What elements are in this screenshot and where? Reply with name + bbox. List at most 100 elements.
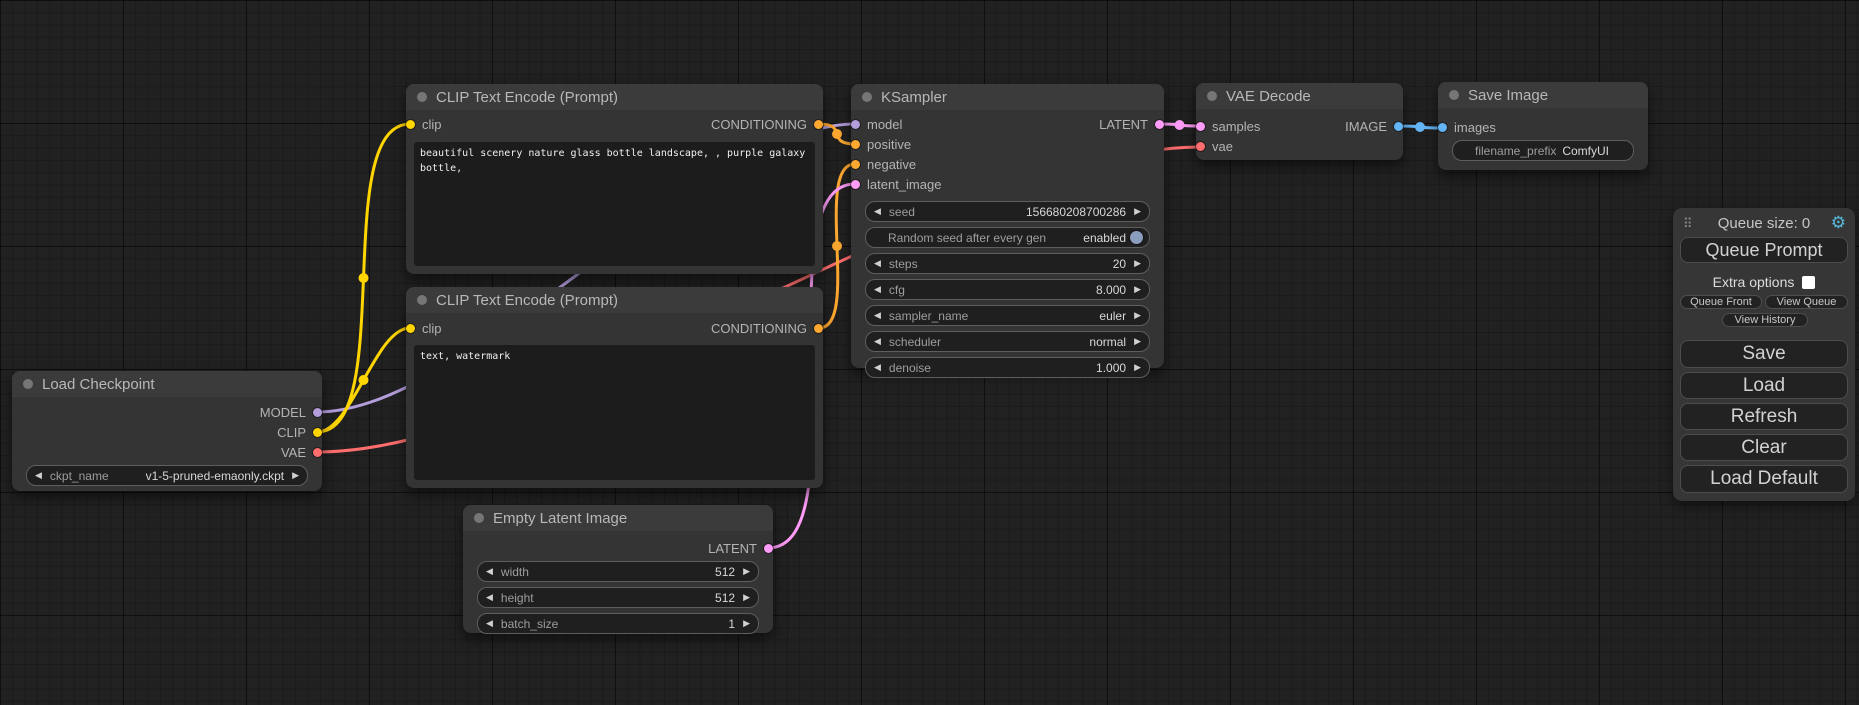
- node-empty-latent-image[interactable]: Empty Latent Image LATENT ◀ width 512 ▶ …: [463, 505, 773, 633]
- refresh-button[interactable]: Refresh: [1680, 403, 1848, 430]
- input-label-latent-image: latent_image: [867, 177, 941, 192]
- widget-batch-size[interactable]: ◀ batch_size 1 ▶: [477, 613, 759, 634]
- input-dot-samples[interactable]: [1196, 122, 1205, 131]
- widget-seed[interactable]: ◀ seed 156680208700286 ▶: [865, 201, 1150, 222]
- collapse-dot[interactable]: [23, 379, 33, 389]
- input-label-positive: positive: [867, 137, 911, 152]
- widget-value: 8.000: [1096, 283, 1126, 297]
- input-dot-negative[interactable]: [851, 160, 860, 169]
- node-load-checkpoint[interactable]: Load Checkpoint MODEL CLIP VAE ◀ ckpt_na…: [12, 371, 322, 491]
- increment-arrow-icon[interactable]: ▶: [1134, 363, 1141, 372]
- input-dot-vae[interactable]: [1196, 142, 1205, 151]
- collapse-dot[interactable]: [862, 92, 872, 102]
- prev-value-arrow-icon[interactable]: ◀: [35, 471, 42, 480]
- output-dot-model[interactable]: [313, 408, 322, 417]
- input-label-clip: clip: [422, 117, 442, 132]
- next-value-arrow-icon[interactable]: ▶: [1134, 311, 1141, 320]
- collapse-dot[interactable]: [474, 513, 484, 523]
- queue-front-button[interactable]: Queue Front: [1680, 295, 1762, 309]
- increment-arrow-icon[interactable]: ▶: [743, 593, 750, 602]
- decrement-arrow-icon[interactable]: ◀: [874, 285, 881, 294]
- node-ksampler[interactable]: KSampler model LATENT positive negative …: [851, 84, 1164, 368]
- output-dot-clip[interactable]: [313, 428, 322, 437]
- widget-ckpt-name[interactable]: ◀ ckpt_name v1-5-pruned-emaonly.ckpt ▶: [26, 465, 308, 486]
- decrement-arrow-icon[interactable]: ◀: [486, 567, 493, 576]
- queue-size-label: Queue size: 0: [1673, 215, 1855, 232]
- save-button[interactable]: Save: [1680, 340, 1848, 368]
- widget-label: width: [501, 565, 529, 579]
- load-button[interactable]: Load: [1680, 372, 1848, 399]
- decrement-arrow-icon[interactable]: ◀: [874, 259, 881, 268]
- input-dot-clip[interactable]: [406, 120, 415, 129]
- widget-label: ckpt_name: [50, 469, 109, 483]
- widget-random-seed-toggle[interactable]: Random seed after every gen enabled: [865, 227, 1150, 248]
- next-value-arrow-icon[interactable]: ▶: [292, 471, 299, 480]
- widget-value: normal: [1089, 335, 1126, 349]
- node-title-bar: VAE Decode: [1196, 83, 1403, 109]
- widget-filename-prefix[interactable]: filename_prefix ComfyUI: [1452, 140, 1634, 161]
- decrement-arrow-icon[interactable]: ◀: [874, 363, 881, 372]
- widget-width[interactable]: ◀ width 512 ▶: [477, 561, 759, 582]
- decrement-arrow-icon[interactable]: ◀: [874, 207, 881, 216]
- input-label-clip: clip: [422, 321, 442, 336]
- node-title: Load Checkpoint: [42, 376, 155, 393]
- node-clip-text-encode-negative[interactable]: CLIP Text Encode (Prompt) clip CONDITION…: [406, 287, 823, 488]
- next-value-arrow-icon[interactable]: ▶: [1134, 337, 1141, 346]
- output-dot-latent[interactable]: [1155, 120, 1164, 129]
- input-dot-positive[interactable]: [851, 140, 860, 149]
- widget-height[interactable]: ◀ height 512 ▶: [477, 587, 759, 608]
- node-vae-decode[interactable]: VAE Decode samples IMAGE vae: [1196, 83, 1403, 160]
- view-history-button[interactable]: View History: [1722, 313, 1808, 327]
- input-dot-clip[interactable]: [406, 324, 415, 333]
- node-title-bar: Empty Latent Image: [463, 505, 773, 531]
- view-queue-button[interactable]: View Queue: [1765, 295, 1848, 309]
- output-dot-conditioning[interactable]: [814, 324, 823, 333]
- increment-arrow-icon[interactable]: ▶: [743, 567, 750, 576]
- toggle-indicator-icon[interactable]: [1130, 231, 1143, 244]
- clear-button[interactable]: Clear: [1680, 434, 1848, 461]
- node-clip-text-encode-positive[interactable]: CLIP Text Encode (Prompt) clip CONDITION…: [406, 84, 823, 274]
- collapse-dot[interactable]: [417, 295, 427, 305]
- widget-label: cfg: [889, 283, 905, 297]
- prev-value-arrow-icon[interactable]: ◀: [874, 311, 881, 320]
- widget-steps[interactable]: ◀ steps 20 ▶: [865, 253, 1150, 274]
- output-dot-latent[interactable]: [764, 544, 773, 553]
- output-dot-conditioning[interactable]: [814, 120, 823, 129]
- collapse-dot[interactable]: [1207, 91, 1217, 101]
- output-dot-image[interactable]: [1394, 122, 1403, 131]
- load-default-button[interactable]: Load Default: [1680, 465, 1848, 493]
- widget-value: 156680208700286: [1026, 205, 1126, 219]
- increment-arrow-icon[interactable]: ▶: [743, 619, 750, 628]
- queue-prompt-button[interactable]: Queue Prompt: [1680, 237, 1848, 263]
- input-dot-model[interactable]: [851, 120, 860, 129]
- widget-scheduler[interactable]: ◀ scheduler normal ▶: [865, 331, 1150, 352]
- negative-prompt-textarea[interactable]: text, watermark: [414, 345, 815, 480]
- widget-label: sampler_name: [889, 309, 968, 323]
- decrement-arrow-icon[interactable]: ◀: [486, 619, 493, 628]
- node-title-bar: Save Image: [1438, 82, 1648, 108]
- widget-sampler-name[interactable]: ◀ sampler_name euler ▶: [865, 305, 1150, 326]
- node-save-image[interactable]: Save Image images filename_prefix ComfyU…: [1438, 82, 1648, 170]
- extra-options-checkbox[interactable]: [1802, 276, 1815, 289]
- widget-denoise[interactable]: ◀ denoise 1.000 ▶: [865, 357, 1150, 378]
- settings-gear-icon[interactable]: ⚙: [1831, 213, 1846, 233]
- increment-arrow-icon[interactable]: ▶: [1134, 285, 1141, 294]
- collapse-dot[interactable]: [417, 92, 427, 102]
- node-title-bar: CLIP Text Encode (Prompt): [406, 287, 823, 313]
- input-label-model: model: [867, 117, 902, 132]
- collapse-dot[interactable]: [1449, 90, 1459, 100]
- positive-prompt-textarea[interactable]: beautiful scenery nature glass bottle la…: [414, 142, 815, 266]
- node-title: CLIP Text Encode (Prompt): [436, 292, 618, 309]
- widget-cfg[interactable]: ◀ cfg 8.000 ▶: [865, 279, 1150, 300]
- decrement-arrow-icon[interactable]: ◀: [486, 593, 493, 602]
- increment-arrow-icon[interactable]: ▶: [1134, 207, 1141, 216]
- increment-arrow-icon[interactable]: ▶: [1134, 259, 1141, 268]
- widget-label: Random seed after every gen: [888, 231, 1046, 245]
- queue-panel[interactable]: ⠿ Queue size: 0 ⚙ Queue Prompt Extra opt…: [1673, 208, 1855, 501]
- widget-label: denoise: [889, 361, 931, 375]
- output-dot-vae[interactable]: [313, 448, 322, 457]
- input-dot-latent-image[interactable]: [851, 180, 860, 189]
- comfyui-canvas[interactable]: { "glyphs": {"left_arrow":"◀","right_arr…: [0, 0, 1859, 705]
- prev-value-arrow-icon[interactable]: ◀: [874, 337, 881, 346]
- input-dot-images[interactable]: [1438, 123, 1447, 132]
